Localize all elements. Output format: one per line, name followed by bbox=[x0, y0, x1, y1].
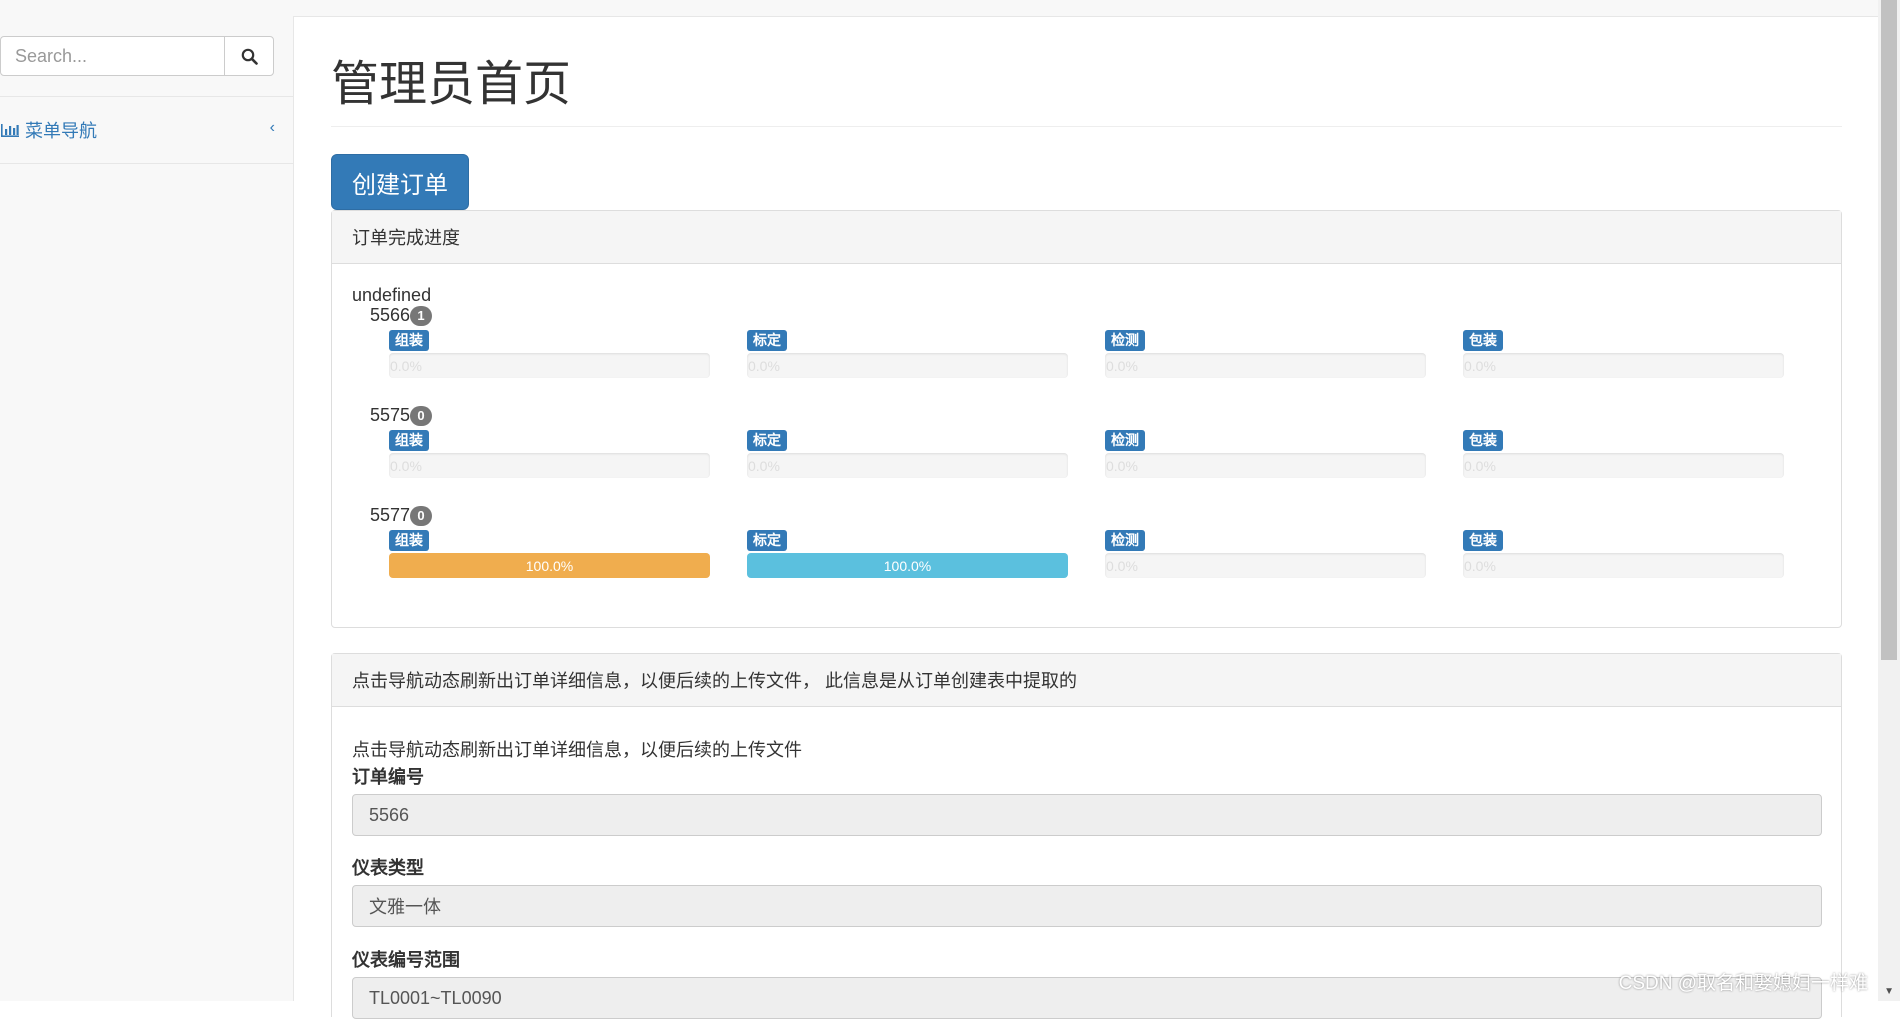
progress-bar: 100.0% bbox=[389, 553, 710, 578]
top-navbar bbox=[0, 0, 1878, 17]
meter-number-range-field[interactable] bbox=[352, 977, 1822, 1019]
stage-progress: 标定 100.0% bbox=[747, 530, 1068, 578]
stage-progress: 组装 0.0% bbox=[389, 430, 710, 478]
sidebar-divider bbox=[0, 96, 293, 97]
title-divider bbox=[331, 126, 1842, 127]
order-progress-row: 5566 1 组装 0.0% 标定 0.0% 检测 0.0% 包装 0.0% bbox=[370, 305, 1810, 378]
order-number-heading: 5575 0 bbox=[370, 405, 1810, 426]
vertical-scrollbar[interactable]: ▼ bbox=[1878, 0, 1900, 1001]
order-number: 5566 bbox=[370, 305, 411, 325]
sidebar: 菜单导航 ‹ bbox=[0, 16, 294, 1001]
order-progress-row: 5577 0 组装 100.0% 标定 100.0% 检测 0.0% 包装 0.0% bbox=[370, 505, 1810, 578]
stage-label: 组装 bbox=[389, 330, 429, 351]
order-detail-panel: 点击导航动态刷新出订单详细信息，以便后续的上传文件， 此信息是从订单创建表中提取… bbox=[331, 653, 1842, 1019]
stage-label: 包装 bbox=[1463, 530, 1503, 551]
progress-bar-fill: 100.0% bbox=[389, 553, 710, 578]
sidebar-item-label: 菜单导航 bbox=[25, 121, 97, 141]
group-label: undefined bbox=[352, 285, 432, 305]
stage-progress: 组装 0.0% bbox=[389, 330, 710, 378]
meter-type-field[interactable] bbox=[352, 885, 1822, 927]
stage-progress: 包装 0.0% bbox=[1463, 430, 1784, 478]
stage-progress: 组装 100.0% bbox=[389, 530, 710, 578]
watermark: CSDN @取名和娶媳妇一样难 bbox=[1618, 973, 1868, 994]
stage-label: 检测 bbox=[1105, 530, 1145, 551]
progress-bar-fill: 0.0% bbox=[1464, 557, 1496, 574]
progress-bar-fill: 0.0% bbox=[1106, 457, 1138, 474]
progress-bar-fill: 0.0% bbox=[1464, 457, 1496, 474]
stage-progress: 标定 0.0% bbox=[747, 430, 1068, 478]
order-progress-row: 5575 0 组装 0.0% 标定 0.0% 检测 0.0% 包装 0.0% bbox=[370, 405, 1810, 478]
progress-bar: 0.0% bbox=[1105, 353, 1426, 378]
order-number-heading: 5577 0 bbox=[370, 505, 1810, 526]
order-number-field[interactable] bbox=[352, 794, 1822, 836]
sidebar-item-menu-navigation[interactable]: 菜单导航 ‹ bbox=[0, 113, 293, 147]
stage-label: 标定 bbox=[747, 330, 787, 351]
progress-bar-fill: 0.0% bbox=[1106, 557, 1138, 574]
stage-progress: 包装 0.0% bbox=[1463, 530, 1784, 578]
order-progress-panel: 订单完成进度 undefined 5566 1 组装 0.0% 标定 0.0% 检测 0.0%… bbox=[331, 210, 1842, 628]
progress-bar-fill: 0.0% bbox=[748, 357, 780, 374]
stage-progress: 标定 0.0% bbox=[747, 330, 1068, 378]
progress-bar: 0.0% bbox=[1463, 353, 1784, 378]
stage-progress: 检测 0.0% bbox=[1105, 530, 1426, 578]
order-count-badge: 0 bbox=[410, 505, 433, 526]
progress-bar-fill: 0.0% bbox=[390, 357, 422, 374]
panel-heading: 点击导航动态刷新出订单详细信息，以便后续的上传文件， 此信息是从订单创建表中提取… bbox=[332, 654, 1841, 707]
progress-bar: 0.0% bbox=[389, 453, 710, 478]
sidebar-divider bbox=[0, 163, 293, 164]
search-button[interactable] bbox=[224, 36, 274, 76]
stage-label: 检测 bbox=[1105, 330, 1145, 351]
progress-bar: 100.0% bbox=[747, 553, 1068, 578]
scroll-down-arrow-icon[interactable]: ▼ bbox=[1884, 986, 1894, 997]
stage-label: 标定 bbox=[747, 530, 787, 551]
stage-label: 包装 bbox=[1463, 430, 1503, 451]
order-number: 5575 bbox=[370, 405, 411, 425]
stage-progress: 包装 0.0% bbox=[1463, 330, 1784, 378]
bar-chart-icon bbox=[1, 124, 19, 137]
panel-heading: 订单完成进度 bbox=[332, 211, 1841, 264]
progress-bar: 0.0% bbox=[747, 453, 1068, 478]
detail-intro-text: 点击导航动态刷新出订单详细信息，以便后续的上传文件 bbox=[352, 740, 802, 760]
progress-bar: 0.0% bbox=[389, 353, 710, 378]
order-count-badge: 1 bbox=[410, 305, 433, 326]
order-number-heading: 5566 1 bbox=[370, 305, 1810, 326]
stage-progress: 检测 0.0% bbox=[1105, 330, 1426, 378]
search-input[interactable] bbox=[0, 36, 225, 76]
field-label-meter-type: 仪表类型 bbox=[352, 858, 424, 878]
stage-label: 组装 bbox=[389, 530, 429, 551]
field-label-order-number: 订单编号 bbox=[352, 767, 424, 787]
page-title: 管理员首页 bbox=[331, 58, 572, 111]
search-icon bbox=[241, 48, 258, 65]
scrollbar-thumb[interactable] bbox=[1881, 0, 1897, 660]
order-number: 5577 bbox=[370, 505, 411, 525]
progress-bar: 0.0% bbox=[747, 353, 1068, 378]
stage-label: 包装 bbox=[1463, 330, 1503, 351]
progress-bar: 0.0% bbox=[1105, 553, 1426, 578]
progress-bar: 0.0% bbox=[1105, 453, 1426, 478]
stage-progress: 检测 0.0% bbox=[1105, 430, 1426, 478]
field-label-meter-number-range: 仪表编号范围 bbox=[352, 950, 460, 970]
search-group bbox=[0, 36, 274, 76]
stage-label: 组装 bbox=[389, 430, 429, 451]
progress-bar-fill: 0.0% bbox=[1464, 357, 1496, 374]
stage-label: 标定 bbox=[747, 430, 787, 451]
stage-label: 检测 bbox=[1105, 430, 1145, 451]
create-order-button[interactable]: 创建订单 bbox=[331, 154, 469, 210]
progress-bar: 0.0% bbox=[1463, 453, 1784, 478]
progress-bar-fill: 0.0% bbox=[390, 457, 422, 474]
chevron-left-icon[interactable]: ‹ bbox=[270, 119, 275, 137]
progress-bar-fill: 0.0% bbox=[1106, 357, 1138, 374]
progress-bar-fill: 0.0% bbox=[748, 457, 780, 474]
progress-bar: 0.0% bbox=[1463, 553, 1784, 578]
order-count-badge: 0 bbox=[410, 405, 433, 426]
progress-bar-fill: 100.0% bbox=[747, 553, 1068, 578]
